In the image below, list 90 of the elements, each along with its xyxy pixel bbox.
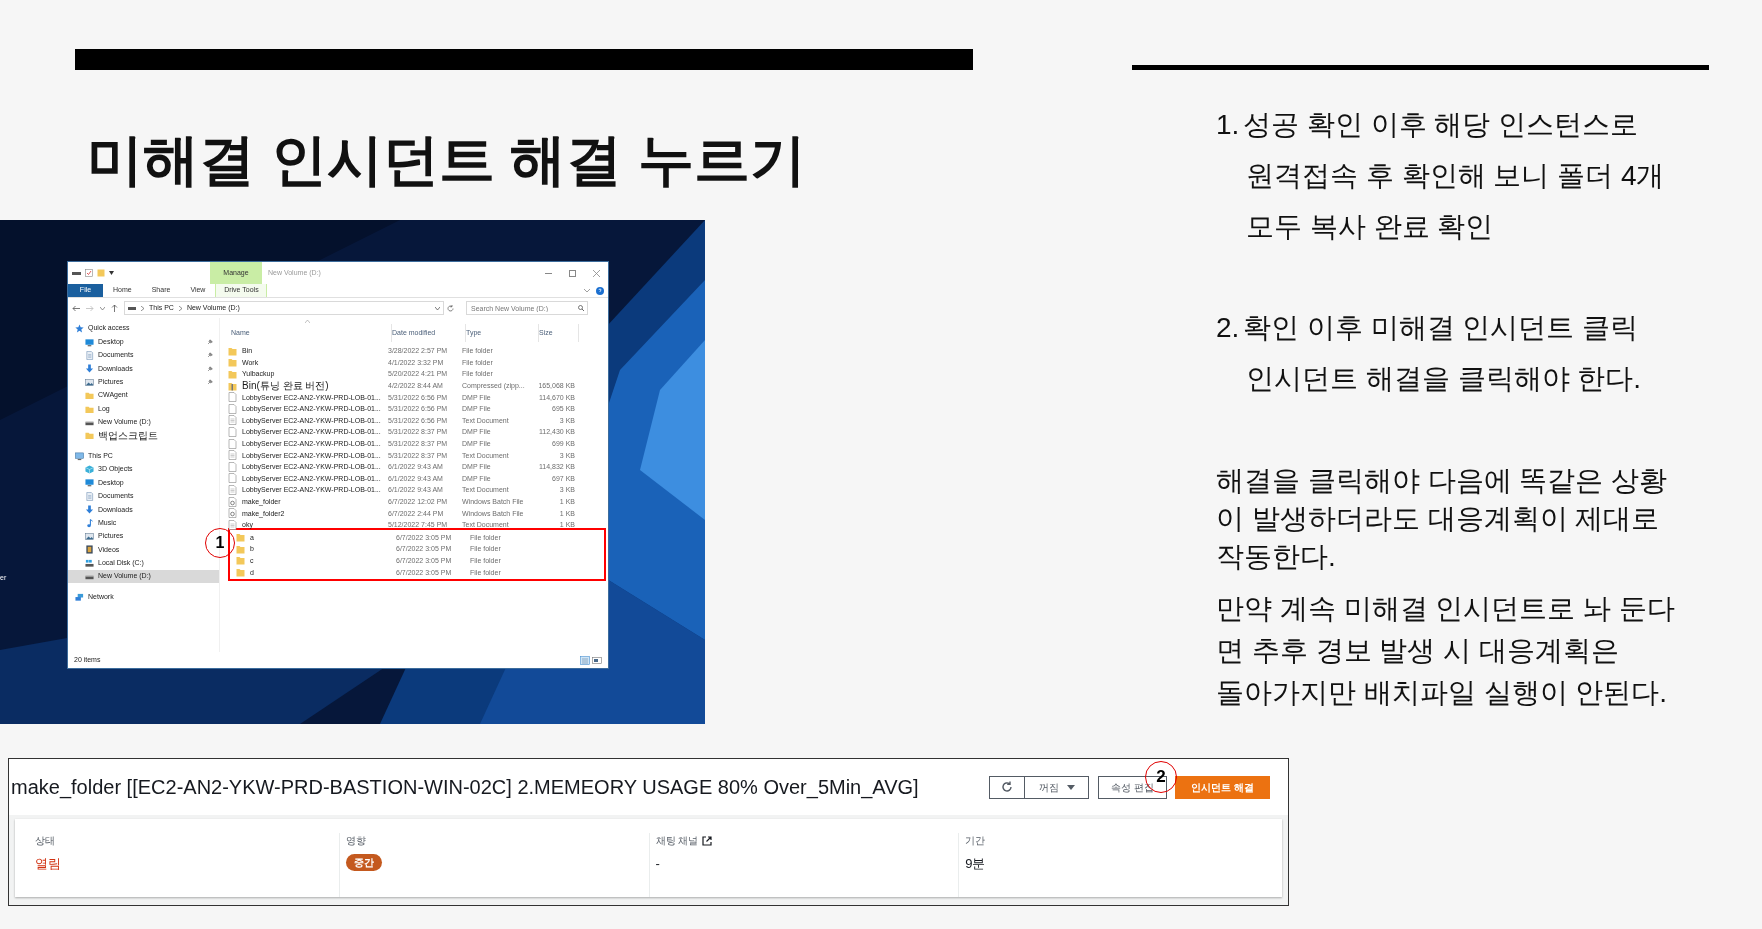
folder-icon xyxy=(235,532,245,543)
minimize-icon[interactable] xyxy=(545,272,552,274)
document-icon xyxy=(85,491,94,501)
field-value: - xyxy=(655,855,661,873)
star-icon xyxy=(75,324,84,334)
text-file-icon xyxy=(227,415,237,426)
note-line: 면 추후 경보 발생 시 대응계획은 xyxy=(1216,634,1620,668)
text-file-icon xyxy=(227,450,237,461)
film-icon xyxy=(85,545,94,555)
file-icon xyxy=(227,438,237,449)
cube-icon xyxy=(85,465,94,475)
note-line: 원격접속 후 확인해 보니 폴더 4개 xyxy=(1245,159,1665,193)
field-label: 영향 xyxy=(345,834,366,848)
maximize-icon[interactable] xyxy=(569,269,576,277)
list-number: 2. xyxy=(1216,311,1241,345)
caret-icon[interactable] xyxy=(109,271,114,275)
folder-icon xyxy=(235,567,245,578)
refresh-button[interactable] xyxy=(989,775,1025,799)
drive-icon xyxy=(128,306,136,310)
picture-icon xyxy=(85,532,94,542)
severity-badge: 중간 xyxy=(345,854,382,871)
chevron-icon[interactable] xyxy=(435,306,440,310)
file-icon xyxy=(227,461,237,472)
refresh-icon[interactable] xyxy=(447,304,454,312)
file-icon xyxy=(227,403,237,414)
note-line: 성공 확인 이후 해당 인스턴스로 xyxy=(1243,108,1640,142)
file-icon xyxy=(227,473,237,484)
external-link-icon[interactable] xyxy=(702,835,713,846)
note-line: 만약 계속 미해결 인시던트로 놔 둔다 xyxy=(1216,592,1676,626)
batch-file-icon xyxy=(227,508,237,519)
pin-icon[interactable] xyxy=(207,339,213,346)
pin-icon[interactable] xyxy=(207,379,213,386)
folder-icon xyxy=(85,431,94,441)
folder-icon xyxy=(235,543,245,554)
note-line: 인시던트 해결을 클릭해야 한다. xyxy=(1245,362,1642,396)
drive-icon[interactable] xyxy=(72,270,81,276)
file-icon xyxy=(227,426,237,437)
folder-icon xyxy=(227,357,237,368)
download-icon xyxy=(85,505,94,515)
folder-icon xyxy=(227,345,237,356)
field-label: 기간 xyxy=(965,834,986,848)
preview-view-icon[interactable] xyxy=(592,655,602,665)
computer-icon xyxy=(75,451,84,461)
chevron-icon[interactable] xyxy=(584,288,590,293)
text-file-icon xyxy=(227,519,237,530)
batch-file-icon xyxy=(227,496,237,507)
note-line: 이 발생하더라도 대응계획이 제대로 xyxy=(1216,502,1661,536)
pin-icon[interactable] xyxy=(207,365,213,372)
download-icon xyxy=(85,364,94,374)
chevron-icon[interactable] xyxy=(100,306,105,310)
file-icon xyxy=(227,392,237,403)
field-value: 9분 xyxy=(965,855,987,873)
note-line: 돌아가지만 배치파일 실행이 안된다. xyxy=(1216,676,1669,710)
nav-item[interactable]: 백업스크립트 xyxy=(68,429,219,443)
slide-title: 미해결 인시던트 해결 누르기 xyxy=(87,127,807,193)
breadcrumb-chevron-icon xyxy=(178,305,182,311)
desktop-icon xyxy=(85,478,94,488)
field-label: 채팅 채널 xyxy=(655,834,699,848)
caret-icon xyxy=(1066,784,1075,790)
drive-icon xyxy=(85,558,94,568)
properties-icon[interactable] xyxy=(85,269,93,277)
pin-icon[interactable] xyxy=(207,352,213,359)
nav-label: 백업스크립트 xyxy=(98,429,159,444)
music-note-icon xyxy=(85,518,94,528)
close-icon[interactable] xyxy=(593,269,600,277)
help-icon[interactable] xyxy=(596,286,604,295)
zip-folder-icon xyxy=(227,380,237,391)
network-icon xyxy=(75,592,84,602)
search-icon xyxy=(578,305,584,311)
status-value: 열림 xyxy=(35,855,62,873)
list-number: 1. xyxy=(1216,108,1241,142)
note-line: 해결을 클릭해야 다음에 똑같은 상황 xyxy=(1216,464,1669,498)
file-name[interactable]: Bin(튜닝 완료 버전) xyxy=(242,380,388,391)
folder-icon xyxy=(227,369,237,379)
document-icon xyxy=(85,350,94,360)
incident-title: make_folder [[EC2-AN2-YKW-PRD-BASTION-WIN-02C] 2.MEMEORY USAGE 80% Over_5Min_AVG] xyxy=(11,775,920,801)
desktop-icon xyxy=(85,337,94,347)
picture-icon xyxy=(85,377,94,387)
refresh-icon xyxy=(1001,781,1013,793)
dropdown-button[interactable]: 꺼짐 xyxy=(1025,775,1089,799)
folder-icon xyxy=(235,555,245,566)
note-line: 작동한다. xyxy=(1216,540,1337,574)
sort-caret-icon xyxy=(305,320,310,323)
text-file-icon xyxy=(227,484,237,495)
note-line: 확인 이후 미해결 인시던트 클릭 xyxy=(1243,311,1640,345)
note-line: 모두 복사 완료 확인 xyxy=(1245,210,1495,244)
back-arrow-icon[interactable] xyxy=(72,304,80,312)
field-label: 상태 xyxy=(35,834,55,848)
breadcrumb-chevron-icon xyxy=(141,305,144,311)
up-arrow-icon[interactable] xyxy=(111,304,118,312)
